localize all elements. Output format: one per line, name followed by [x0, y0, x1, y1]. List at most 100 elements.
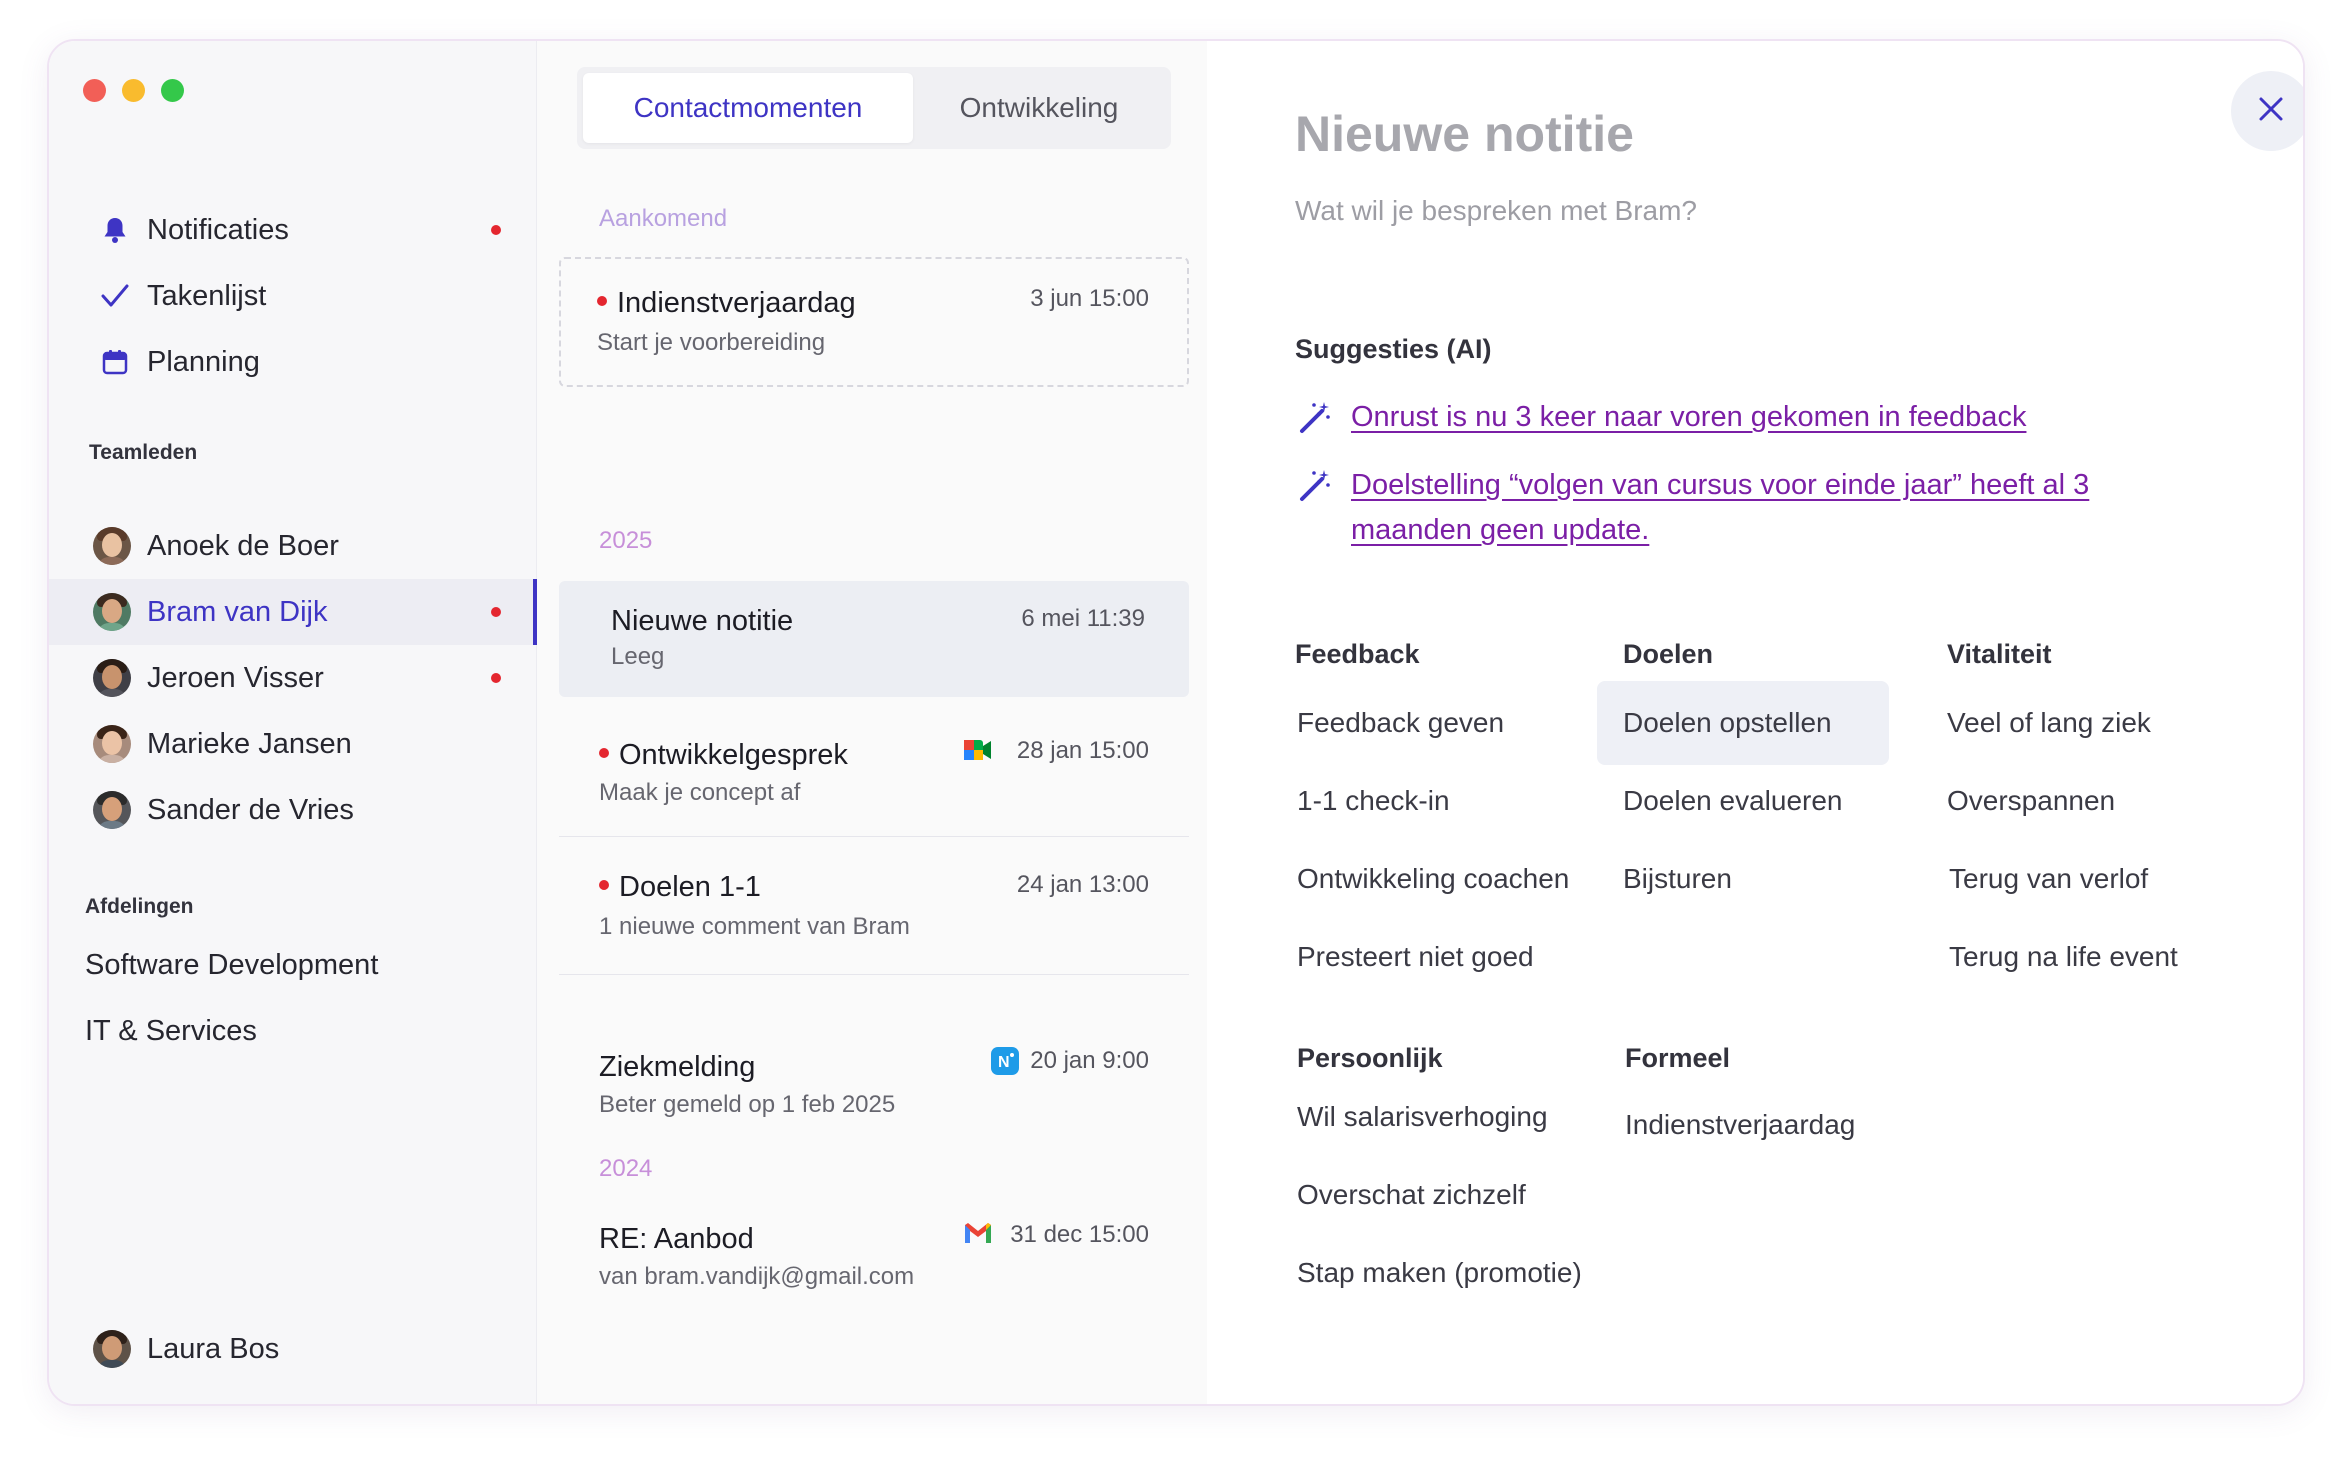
list-item-re-aanbod[interactable]: RE: Aanbod van bram.vandijk@gmail.com 31…	[559, 1201, 1189, 1321]
list-item-upcoming[interactable]: Indienstverjaardag Start je voorbereidin…	[559, 257, 1189, 387]
topic-doelen-opstellen[interactable]: Doelen opstellen	[1597, 681, 1889, 765]
member-name: Sander de Vries	[147, 793, 354, 826]
maximize-window-button[interactable]	[161, 79, 184, 102]
topic-terug-na-life-event[interactable]: Terug na life event	[1949, 941, 2178, 973]
year-label-2025: 2025	[599, 527, 653, 554]
department-software-development[interactable]: Software Development	[85, 949, 378, 982]
topic-indienstverjaardag[interactable]: Indienstverjaardag	[1625, 1109, 1855, 1141]
topic-overspannen[interactable]: Overspannen	[1947, 785, 2115, 817]
topic-presteert-niet-goed[interactable]: Presteert niet goed	[1297, 941, 1534, 973]
close-button[interactable]	[2231, 71, 2303, 151]
nav-label: Notificaties	[147, 213, 289, 246]
topic-veel-of-lang-ziek[interactable]: Veel of lang ziek	[1947, 707, 2151, 739]
team-member-anoek[interactable]: Anoek de Boer	[49, 513, 537, 579]
item-subtitle: van bram.vandijk@gmail.com	[599, 1263, 915, 1290]
suggestion-text: Doelstelling “volgen van cursus voor ein…	[1351, 469, 2090, 546]
avatar	[93, 527, 131, 565]
topic-stap-maken-promotie[interactable]: Stap maken (promotie)	[1297, 1257, 1582, 1289]
gmail-icon	[963, 1221, 991, 1247]
profile-name: Laura Bos	[147, 1332, 280, 1365]
item-title: Ontwikkelgesprek	[599, 739, 848, 772]
item-subtitle: 1 nieuwe comment van Bram	[599, 913, 910, 940]
contact-moments-panel: Contactmomenten Ontwikkeling Aankomend I…	[537, 41, 1207, 1404]
topic-terug-van-verlof[interactable]: Terug van verlof	[1949, 863, 2148, 895]
sidebar: Notificaties Takenlijst Planning Teamled…	[49, 41, 537, 1404]
member-name: Jeroen Visser	[147, 661, 324, 694]
suggestion-text: Onrust is nu 3 keer naar voren gekomen i…	[1351, 401, 2027, 433]
tab-contactmomenten[interactable]: Contactmomenten	[583, 73, 913, 143]
list-item-doelen-1-1[interactable]: Doelen 1-1 1 nieuwe comment van Bram 24 …	[559, 847, 1189, 975]
minimize-window-button[interactable]	[122, 79, 145, 102]
item-title-text: Ontwikkelgesprek	[619, 739, 848, 771]
svg-text:N: N	[998, 1054, 1010, 1071]
item-title-text: Indienstverjaardag	[617, 287, 856, 319]
item-title: Nieuwe notitie	[611, 605, 794, 637]
topic-feedback-geven[interactable]: Feedback geven	[1297, 707, 1504, 739]
departments-section-label: Afdelingen	[85, 895, 194, 918]
item-subtitle: Start je voorbereiding	[597, 329, 826, 356]
topic-doelen-evalueren[interactable]: Doelen evalueren	[1623, 785, 1843, 817]
team-member-sander[interactable]: Sander de Vries	[49, 777, 537, 843]
tab-ontwikkeling[interactable]: Ontwikkeling	[913, 73, 1165, 143]
category-header-persoonlijk: Persoonlijk	[1297, 1043, 1443, 1073]
calendar-icon	[99, 346, 131, 378]
unread-dot	[491, 225, 501, 235]
window-controls	[83, 79, 184, 102]
item-title: Indienstverjaardag	[597, 287, 856, 320]
item-subtitle: Maak je concept af	[599, 779, 801, 806]
nav-planning[interactable]: Planning	[49, 329, 537, 395]
avatar	[93, 659, 131, 697]
note-topic-input[interactable]	[1295, 189, 2195, 233]
item-subtitle: Beter gemeld op 1 feb 2025	[599, 1091, 896, 1118]
team-section-label: Teamleden	[89, 441, 198, 464]
team-member-jeroen[interactable]: Jeroen Visser	[49, 645, 537, 711]
topic-wil-salarisverhoging[interactable]: Wil salarisverhoging	[1297, 1101, 1548, 1133]
list-item-ontwikkelgesprek[interactable]: Ontwikkelgesprek Maak je concept af 28 j…	[559, 713, 1189, 837]
magic-wand-icon	[1297, 399, 1333, 435]
topic-bijsturen[interactable]: Bijsturen	[1623, 863, 1732, 895]
item-date: 20 jan 9:00	[1030, 1047, 1149, 1074]
bell-icon	[99, 214, 131, 246]
close-window-button[interactable]	[83, 79, 106, 102]
suggestion-link-onrust[interactable]: Onrust is nu 3 keer naar voren gekomen i…	[1297, 395, 2131, 440]
item-title: RE: Aanbod	[599, 1223, 754, 1255]
list-item-nieuwe-notitie[interactable]: Nieuwe notitie Leeg 6 mei 11:39	[559, 581, 1189, 697]
category-header-vitaliteit: Vitaliteit	[1947, 639, 2052, 669]
suggestions-header: Suggesties (AI)	[1295, 334, 1492, 364]
item-subtitle: Leeg	[611, 643, 665, 670]
category-header-formeel: Formeel	[1625, 1043, 1731, 1073]
note-title: Nieuwe notitie	[1295, 106, 1634, 162]
item-title: Doelen 1-1	[599, 871, 761, 904]
item-date: 31 dec 15:00	[1010, 1221, 1149, 1248]
current-user-profile[interactable]: Laura Bos	[49, 1316, 537, 1382]
close-icon	[2257, 95, 2285, 128]
google-meet-icon	[963, 737, 991, 763]
year-label-2024: 2024	[599, 1155, 653, 1182]
list-item-ziekmelding[interactable]: Ziekmelding Beter gemeld op 1 feb 2025 N…	[559, 989, 1189, 1129]
item-title: Ziekmelding	[599, 1051, 756, 1083]
avatar	[93, 791, 131, 829]
team-member-marieke[interactable]: Marieke Jansen	[49, 711, 537, 777]
suggestion-link-doelstelling[interactable]: Doelstelling “volgen van cursus voor ein…	[1297, 463, 2131, 553]
topic-overschat-zichzelf[interactable]: Overschat zichzelf	[1297, 1179, 1526, 1211]
category-header-doelen: Doelen	[1623, 639, 1714, 669]
avatar	[93, 725, 131, 763]
app-window: Notificaties Takenlijst Planning Teamled…	[47, 39, 2305, 1406]
item-date: 3 jun 15:00	[1030, 285, 1149, 312]
topic-ontwikkeling-coachen[interactable]: Ontwikkeling coachen	[1297, 863, 1569, 895]
team-member-bram[interactable]: Bram van Dijk	[49, 579, 537, 645]
nav-label: Takenlijst	[147, 279, 267, 312]
tab-bar: Contactmomenten Ontwikkeling	[577, 67, 1171, 149]
member-name: Bram van Dijk	[147, 595, 328, 628]
category-header-feedback: Feedback	[1295, 639, 1420, 669]
avatar	[93, 593, 131, 631]
avatar	[93, 1330, 131, 1368]
nav-takenlijst[interactable]: Takenlijst	[49, 263, 537, 329]
magic-wand-icon	[1297, 467, 1333, 503]
nav-notificaties[interactable]: Notificaties	[49, 197, 537, 263]
topic-1-1-check-in[interactable]: 1-1 check-in	[1297, 785, 1450, 817]
item-title-text: Doelen 1-1	[619, 871, 761, 903]
checkmark-icon	[99, 280, 131, 312]
department-it-services[interactable]: IT & Services	[85, 1015, 257, 1048]
item-date: 24 jan 13:00	[1016, 871, 1149, 898]
